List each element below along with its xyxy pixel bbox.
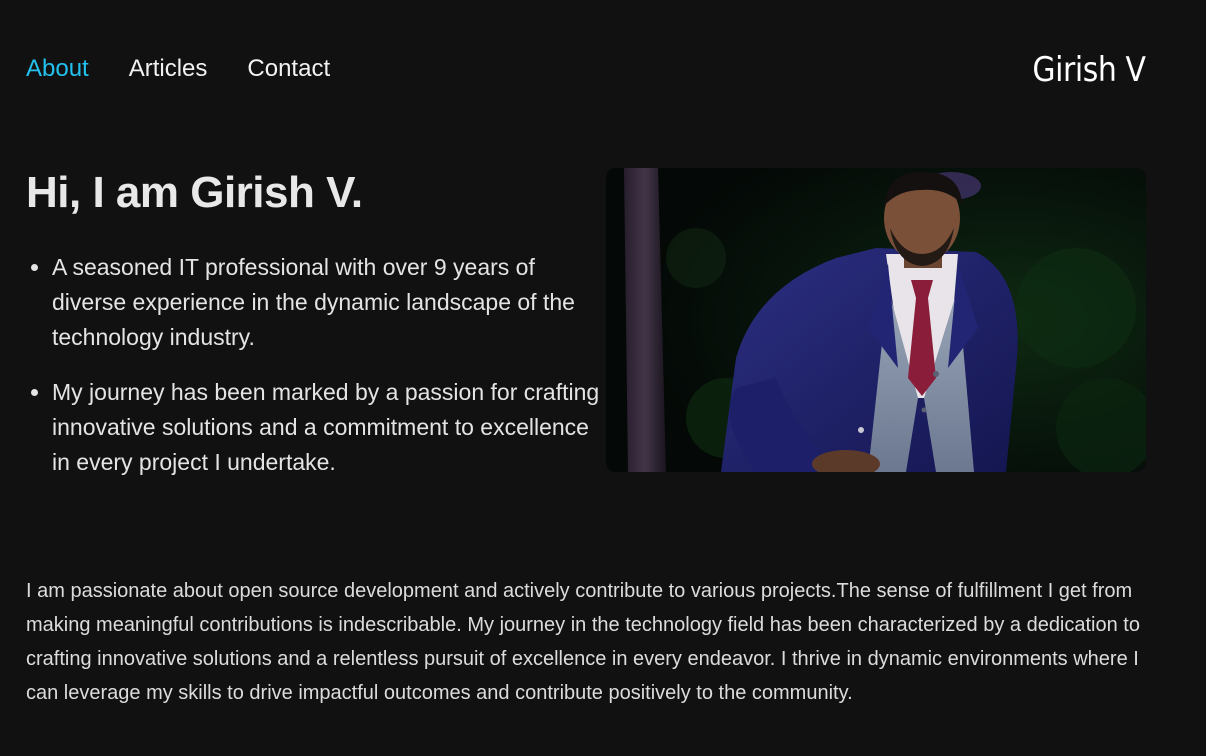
bio-paragraph: I am passionate about open source develo…: [26, 580, 1140, 704]
profile-photo: [606, 168, 1146, 472]
nav-contact-link[interactable]: Contact: [247, 54, 330, 84]
nav-articles-link[interactable]: Articles: [129, 54, 208, 84]
main-nav: About Articles Contact: [26, 54, 330, 84]
profile-photo-illustration: [606, 168, 1146, 472]
intro-list-item: A seasoned IT professional with over 9 y…: [52, 250, 602, 355]
intro-list-item: My journey has been marked by a passion …: [52, 375, 602, 480]
intro-list: A seasoned IT professional with over 9 y…: [26, 250, 602, 500]
nav-about-link[interactable]: About: [26, 54, 89, 84]
brand-logo[interactable]: Girish V: [1033, 50, 1147, 90]
hero-heading: Hi, I am Girish V.: [26, 168, 363, 217]
